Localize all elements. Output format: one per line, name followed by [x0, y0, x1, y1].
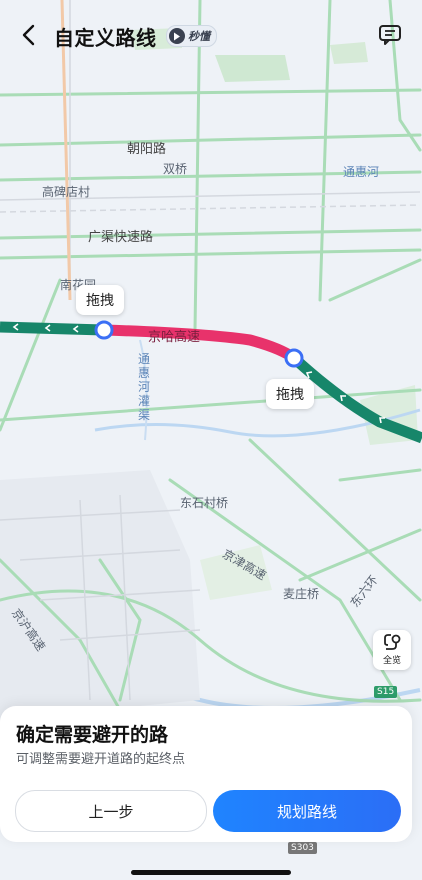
- place-label-gaobeidian: 高碑店村: [42, 185, 91, 199]
- shield-s303: S303: [288, 842, 317, 854]
- canal-label-5: 渠: [138, 408, 151, 422]
- video-badge[interactable]: 秒懂: [166, 25, 217, 47]
- plan-route-button[interactable]: 规划路线: [213, 790, 401, 832]
- bottom-sheet: 确定需要避开的路 可调整需要避开道路的起终点 上一步 规划路线: [0, 706, 412, 842]
- page-title: 自定义路线: [54, 26, 157, 50]
- place-label-dongshicun: 东石村桥: [180, 496, 229, 510]
- sheet-title: 确定需要避开的路: [16, 724, 169, 746]
- drag-end-label[interactable]: 拖拽: [266, 379, 314, 409]
- river-label-tonghuihe: 通惠河: [343, 165, 380, 179]
- road-label-guangqu: 广渠快速路: [88, 230, 154, 245]
- badge-label: 秒懂: [188, 30, 210, 43]
- place-label-maizhuang: 麦庄桥: [283, 587, 320, 601]
- road-label-segment: 京哈高速: [148, 330, 201, 345]
- route-overview-icon: [384, 634, 401, 650]
- top-bar: 自定义路线 秒懂: [0, 0, 422, 70]
- play-icon: [169, 28, 185, 44]
- message-icon: [379, 25, 401, 45]
- overview-button[interactable]: 全览: [373, 630, 411, 670]
- shield-s15: S15: [374, 686, 398, 698]
- home-indicator[interactable]: [131, 870, 291, 875]
- road-label-chaoyang: 朝阳路: [127, 142, 167, 157]
- screen: 朝阳路 双桥 通惠河 高碑店村 广渠快速路 南花园 京哈高速 通 惠 河 灌 渠…: [0, 0, 422, 880]
- chevron-left-icon: [22, 24, 35, 46]
- back-button[interactable]: [14, 20, 42, 50]
- drag-start-label[interactable]: 拖拽: [76, 285, 124, 315]
- sheet-subtitle: 可调整需要避开道路的起终点: [16, 752, 186, 767]
- overview-label: 全览: [382, 656, 401, 666]
- feedback-button[interactable]: [378, 24, 402, 46]
- place-label-shuangqiao: 双桥: [163, 162, 188, 176]
- previous-step-button[interactable]: 上一步: [15, 790, 207, 832]
